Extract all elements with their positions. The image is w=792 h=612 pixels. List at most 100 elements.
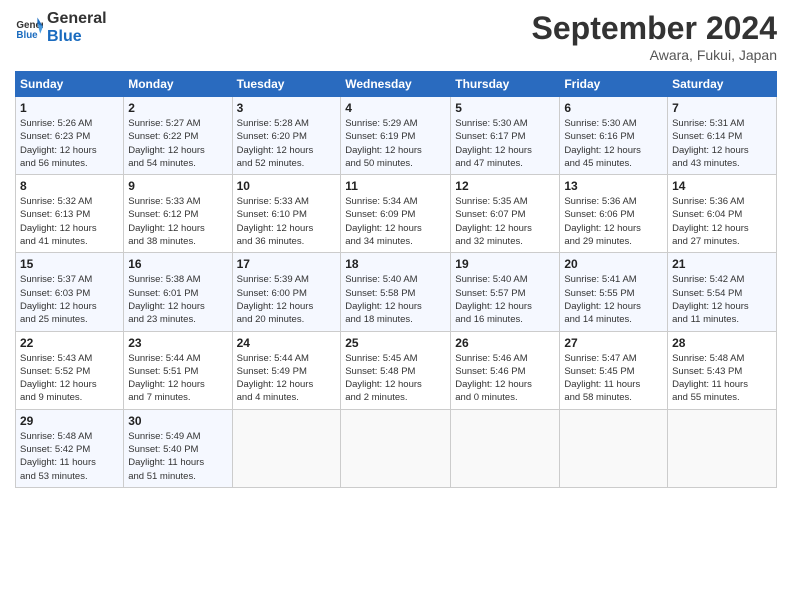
minutes: and 4 minutes. [237,391,337,404]
day-info: Sunrise: 5:44 AM Sunset: 5:51 PM Dayligh… [128,352,227,405]
sunrise: Sunrise: 5:48 AM [20,430,119,443]
sunrise: Sunrise: 5:34 AM [345,195,446,208]
calendar-cell: 12 Sunrise: 5:35 AM Sunset: 6:07 PM Dayl… [451,175,560,253]
day-info: Sunrise: 5:30 AM Sunset: 6:17 PM Dayligh… [455,117,555,170]
minutes: and 34 minutes. [345,235,446,248]
day-number: 11 [345,179,446,193]
sunset: Sunset: 5:48 PM [345,365,446,378]
minutes: and 7 minutes. [128,391,227,404]
calendar-body: 1 Sunrise: 5:26 AM Sunset: 6:23 PM Dayli… [16,97,777,488]
sunset: Sunset: 6:12 PM [128,208,227,221]
day-number: 9 [128,179,227,193]
day-number: 20 [564,257,663,271]
day-info: Sunrise: 5:31 AM Sunset: 6:14 PM Dayligh… [672,117,772,170]
sunset: Sunset: 6:01 PM [128,287,227,300]
sunset: Sunset: 6:06 PM [564,208,663,221]
sunset: Sunset: 6:19 PM [345,130,446,143]
daylight: Daylight: 11 hours [20,456,119,469]
day-info: Sunrise: 5:29 AM Sunset: 6:19 PM Dayligh… [345,117,446,170]
daylight: Daylight: 12 hours [128,144,227,157]
minutes: and 25 minutes. [20,313,119,326]
calendar-cell: 27 Sunrise: 5:47 AM Sunset: 5:45 PM Dayl… [560,331,668,409]
day-number: 19 [455,257,555,271]
day-number: 7 [672,101,772,115]
sunset: Sunset: 6:14 PM [672,130,772,143]
calendar-cell: 7 Sunrise: 5:31 AM Sunset: 6:14 PM Dayli… [668,97,777,175]
title-section: September 2024 Awara, Fukui, Japan [532,10,777,63]
sunset: Sunset: 6:04 PM [672,208,772,221]
minutes: and 47 minutes. [455,157,555,170]
daylight: Daylight: 12 hours [564,222,663,235]
svg-text:Blue: Blue [16,29,38,40]
calendar-cell: 30 Sunrise: 5:49 AM Sunset: 5:40 PM Dayl… [124,409,232,487]
calendar-cell: 10 Sunrise: 5:33 AM Sunset: 6:10 PM Dayl… [232,175,341,253]
daylight: Daylight: 12 hours [345,222,446,235]
daylight: Daylight: 12 hours [455,222,555,235]
calendar-cell: 19 Sunrise: 5:40 AM Sunset: 5:57 PM Dayl… [451,253,560,331]
day-number: 29 [20,414,119,428]
sunset: Sunset: 5:58 PM [345,287,446,300]
daylight: Daylight: 12 hours [455,144,555,157]
day-info: Sunrise: 5:46 AM Sunset: 5:46 PM Dayligh… [455,352,555,405]
sunset: Sunset: 6:23 PM [20,130,119,143]
calendar-cell: 25 Sunrise: 5:45 AM Sunset: 5:48 PM Dayl… [341,331,451,409]
day-info: Sunrise: 5:48 AM Sunset: 5:42 PM Dayligh… [20,430,119,483]
sunset: Sunset: 6:03 PM [20,287,119,300]
minutes: and 58 minutes. [564,391,663,404]
minutes: and 55 minutes. [672,391,772,404]
daylight: Daylight: 12 hours [128,222,227,235]
sunrise: Sunrise: 5:42 AM [672,273,772,286]
minutes: and 20 minutes. [237,313,337,326]
logo-icon: General Blue [15,14,43,42]
sunrise: Sunrise: 5:47 AM [564,352,663,365]
sunset: Sunset: 6:13 PM [20,208,119,221]
minutes: and 50 minutes. [345,157,446,170]
day-info: Sunrise: 5:42 AM Sunset: 5:54 PM Dayligh… [672,273,772,326]
calendar-cell: 15 Sunrise: 5:37 AM Sunset: 6:03 PM Dayl… [16,253,124,331]
day-info: Sunrise: 5:40 AM Sunset: 5:57 PM Dayligh… [455,273,555,326]
calendar-cell: 22 Sunrise: 5:43 AM Sunset: 5:52 PM Dayl… [16,331,124,409]
page-container: General Blue General Blue September 2024… [0,0,792,498]
sunrise: Sunrise: 5:33 AM [237,195,337,208]
daylight: Daylight: 12 hours [345,300,446,313]
day-info: Sunrise: 5:37 AM Sunset: 6:03 PM Dayligh… [20,273,119,326]
sunrise: Sunrise: 5:33 AM [128,195,227,208]
calendar-cell: 13 Sunrise: 5:36 AM Sunset: 6:06 PM Dayl… [560,175,668,253]
calendar-cell [560,409,668,487]
day-info: Sunrise: 5:40 AM Sunset: 5:58 PM Dayligh… [345,273,446,326]
day-info: Sunrise: 5:32 AM Sunset: 6:13 PM Dayligh… [20,195,119,248]
calendar-cell: 17 Sunrise: 5:39 AM Sunset: 6:00 PM Dayl… [232,253,341,331]
minutes: and 14 minutes. [564,313,663,326]
minutes: and 53 minutes. [20,470,119,483]
daylight: Daylight: 11 hours [564,378,663,391]
day-info: Sunrise: 5:33 AM Sunset: 6:12 PM Dayligh… [128,195,227,248]
day-number: 16 [128,257,227,271]
sunrise: Sunrise: 5:30 AM [455,117,555,130]
day-number: 15 [20,257,119,271]
sunrise: Sunrise: 5:49 AM [128,430,227,443]
col-monday: Monday [124,72,232,97]
day-info: Sunrise: 5:36 AM Sunset: 6:06 PM Dayligh… [564,195,663,248]
day-info: Sunrise: 5:49 AM Sunset: 5:40 PM Dayligh… [128,430,227,483]
col-wednesday: Wednesday [341,72,451,97]
col-sunday: Sunday [16,72,124,97]
header: General Blue General Blue September 2024… [15,10,777,63]
daylight: Daylight: 12 hours [564,144,663,157]
calendar-cell: 2 Sunrise: 5:27 AM Sunset: 6:22 PM Dayli… [124,97,232,175]
daylight: Daylight: 12 hours [672,222,772,235]
daylight: Daylight: 12 hours [237,144,337,157]
day-number: 1 [20,101,119,115]
minutes: and 27 minutes. [672,235,772,248]
daylight: Daylight: 12 hours [20,144,119,157]
sunset: Sunset: 5:57 PM [455,287,555,300]
calendar-cell: 6 Sunrise: 5:30 AM Sunset: 6:16 PM Dayli… [560,97,668,175]
sunset: Sunset: 6:09 PM [345,208,446,221]
day-number: 18 [345,257,446,271]
calendar-cell: 9 Sunrise: 5:33 AM Sunset: 6:12 PM Dayli… [124,175,232,253]
calendar-cell: 26 Sunrise: 5:46 AM Sunset: 5:46 PM Dayl… [451,331,560,409]
minutes: and 43 minutes. [672,157,772,170]
minutes: and 56 minutes. [20,157,119,170]
calendar-cell: 8 Sunrise: 5:32 AM Sunset: 6:13 PM Dayli… [16,175,124,253]
calendar-cell: 23 Sunrise: 5:44 AM Sunset: 5:51 PM Dayl… [124,331,232,409]
day-info: Sunrise: 5:26 AM Sunset: 6:23 PM Dayligh… [20,117,119,170]
